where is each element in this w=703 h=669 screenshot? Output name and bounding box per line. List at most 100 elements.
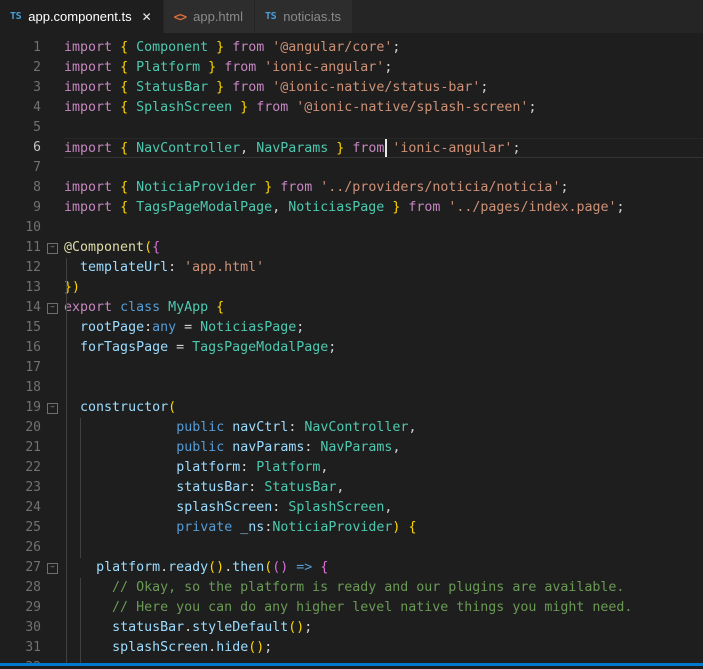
code-line[interactable]: 9 import { TagsPageModalPage, NoticiasPag… xyxy=(0,198,703,218)
code-text: splashScreen: SplashScreen, xyxy=(176,500,393,515)
fold-collapse-icon[interactable] xyxy=(47,563,58,574)
status-bar xyxy=(0,663,703,666)
line-number: 28 xyxy=(25,580,41,595)
line-number: 30 xyxy=(25,620,41,635)
code-text: statusBar: StatusBar, xyxy=(176,480,345,495)
code-line[interactable]: 17 xyxy=(0,358,703,378)
tab-label: noticias.ts xyxy=(283,9,342,24)
code-text: constructor( xyxy=(80,400,177,415)
code-text: @Component({ xyxy=(64,240,161,255)
code-text: // Okay, so the platform is ready and ou… xyxy=(112,580,625,595)
code-line[interactable]: 16 forTagsPage = TagsPageModalPage; xyxy=(0,338,703,358)
line-number: 31 xyxy=(25,640,41,655)
code-line[interactable]: 15 rootPage:any = NoticiasPage; xyxy=(0,318,703,338)
code-line[interactable]: 10 xyxy=(0,218,703,238)
code-line[interactable]: 2 import { Platform } from 'ionic-angular… xyxy=(0,58,703,78)
tab-app-component-ts[interactable]: TS app.component.ts ✕ xyxy=(0,0,164,33)
code-line[interactable]: 25 private _ns:NoticiaProvider) { xyxy=(0,518,703,538)
code-line[interactable]: 31 splashScreen.hide(); xyxy=(0,638,703,658)
code-text: private _ns:NoticiaProvider) { xyxy=(176,520,417,535)
code-line[interactable]: 27 platform.ready().then(() => { xyxy=(0,558,703,578)
code-text: public navCtrl: NavController, xyxy=(176,420,417,435)
code-line[interactable]: 4 import { SplashScreen } from '@ionic-na… xyxy=(0,98,703,118)
line-number: 4 xyxy=(33,100,41,115)
code-line[interactable]: 18 xyxy=(0,378,703,398)
line-number: 20 xyxy=(25,420,41,435)
close-icon[interactable]: ✕ xyxy=(142,11,152,23)
code-text: import { NavController, NavParams } from… xyxy=(64,138,703,158)
text-cursor xyxy=(384,139,387,157)
line-number: 17 xyxy=(25,360,41,375)
line-number: 1 xyxy=(33,40,41,55)
tab-noticias-ts[interactable]: TS noticias.ts xyxy=(255,0,354,33)
code-text: import { NoticiaProvider } from '../prov… xyxy=(64,180,569,195)
code-line[interactable]: 6 import { NavController, NavParams } fro… xyxy=(0,138,703,158)
line-number: 25 xyxy=(25,520,41,535)
code-text: forTagsPage = TagsPageModalPage; xyxy=(80,340,337,355)
line-number: 15 xyxy=(25,320,41,335)
tab-label: app.html xyxy=(193,9,243,24)
code-text: import { TagsPageModalPage, NoticiasPage… xyxy=(64,200,625,215)
code-line[interactable]: 28 // Okay, so the platform is ready and… xyxy=(0,578,703,598)
code-text: statusBar.styleDefault(); xyxy=(112,620,313,635)
code-line[interactable]: 3 import { StatusBar } from '@ionic-nativ… xyxy=(0,78,703,98)
code-line[interactable]: 24 splashScreen: SplashScreen, xyxy=(0,498,703,518)
tab-bar-empty-area xyxy=(353,0,703,33)
tab-app-html[interactable]: <> app.html xyxy=(163,0,255,33)
code-line[interactable]: 22 platform: Platform, xyxy=(0,458,703,478)
line-number: 14 xyxy=(25,300,41,315)
code-editor[interactable]: 1 import { Component } from '@angular/cor… xyxy=(0,33,703,666)
code-line[interactable]: 5 xyxy=(0,118,703,138)
line-number: 13 xyxy=(25,280,41,295)
code-line[interactable]: 13}) xyxy=(0,278,703,298)
line-number: 2 xyxy=(33,60,41,75)
line-number: 21 xyxy=(25,440,41,455)
code-text: import { SplashScreen } from '@ionic-nat… xyxy=(64,100,537,115)
line-number: 5 xyxy=(33,120,41,135)
code-line[interactable]: 29 // Here you can do any higher level n… xyxy=(0,598,703,618)
line-number: 19 xyxy=(25,400,41,415)
fold-collapse-icon[interactable] xyxy=(47,243,58,254)
code-line[interactable]: 11 @Component({ xyxy=(0,238,703,258)
code-text: splashScreen.hide(); xyxy=(112,640,273,655)
fold-collapse-icon[interactable] xyxy=(47,303,58,314)
line-number: 12 xyxy=(25,260,41,275)
code-line[interactable]: 21 public navParams: NavParams, xyxy=(0,438,703,458)
html-file-icon: <> xyxy=(173,9,187,24)
indent-guide xyxy=(66,258,67,666)
code-line[interactable]: 20 public navCtrl: NavController, xyxy=(0,418,703,438)
code-line[interactable]: 26 xyxy=(0,538,703,558)
line-number: 26 xyxy=(25,540,41,555)
fold-collapse-icon[interactable] xyxy=(47,403,58,414)
code-text: export class MyApp { xyxy=(64,300,225,315)
tab-label: app.component.ts xyxy=(28,9,132,24)
code-line[interactable]: 23 statusBar: StatusBar, xyxy=(0,478,703,498)
code-text: rootPage:any = NoticiasPage; xyxy=(80,320,305,335)
code-text: import { Component } from '@angular/core… xyxy=(64,40,401,55)
line-number: 9 xyxy=(33,200,41,215)
line-number: 18 xyxy=(25,380,41,395)
code-text: }) xyxy=(64,280,81,295)
code-line[interactable]: 30 statusBar.styleDefault(); xyxy=(0,618,703,638)
code-line[interactable]: 7 xyxy=(0,158,703,178)
line-number: 24 xyxy=(25,500,41,515)
line-number: 29 xyxy=(25,600,41,615)
code-line[interactable]: 8 import { NoticiaProvider } from '../pro… xyxy=(0,178,703,198)
typescript-file-icon: TS xyxy=(265,11,277,22)
code-line[interactable]: 1 import { Component } from '@angular/cor… xyxy=(0,38,703,58)
code-text: import { Platform } from 'ionic-angular'… xyxy=(64,60,393,75)
indent-guide xyxy=(80,418,81,558)
editor-tab-bar: TS app.component.ts ✕ <> app.html TS not… xyxy=(0,0,703,33)
code-line[interactable]: 14 export class MyApp { xyxy=(0,298,703,318)
code-text: templateUrl: 'app.html' xyxy=(80,260,265,275)
line-number: 11 xyxy=(25,240,41,255)
code-text: platform.ready().then(() => { xyxy=(96,560,329,575)
line-number: 27 xyxy=(25,560,41,575)
code-line[interactable]: 19 constructor( xyxy=(0,398,703,418)
code-text: import { StatusBar } from '@ionic-native… xyxy=(64,80,489,95)
code-line[interactable]: 12 templateUrl: 'app.html' xyxy=(0,258,703,278)
